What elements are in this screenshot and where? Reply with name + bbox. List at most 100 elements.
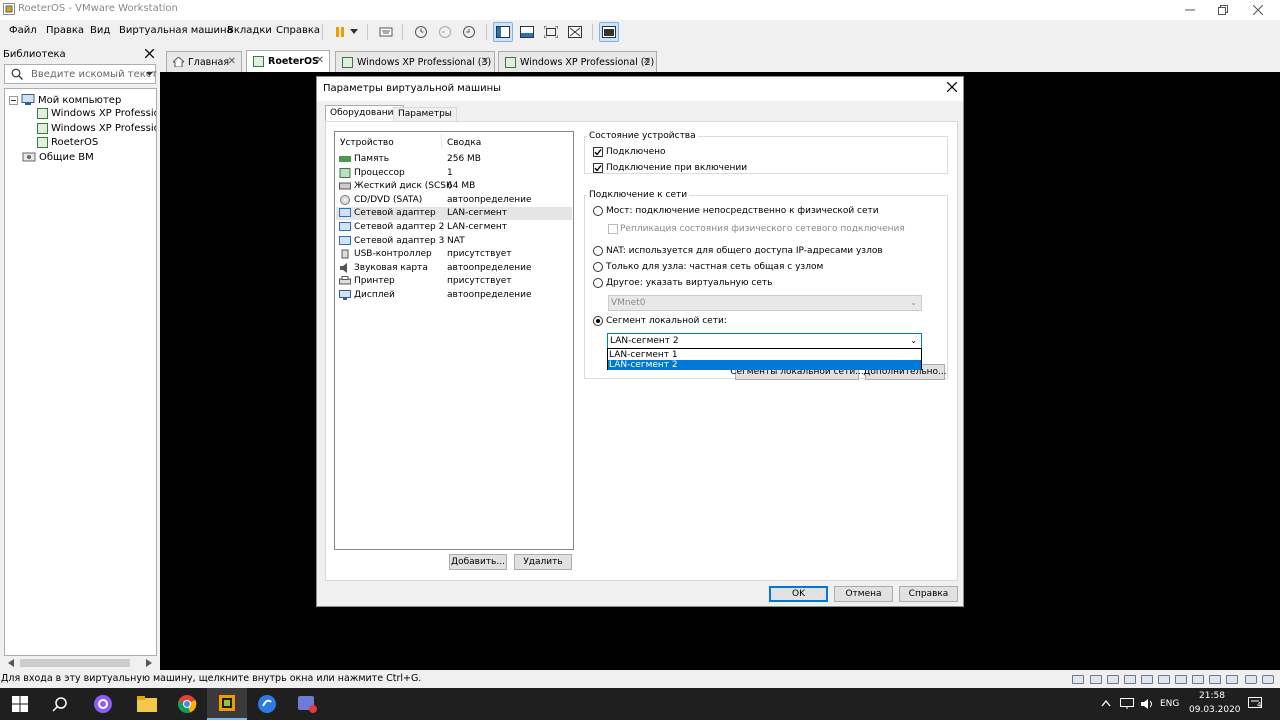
device-row[interactable]: Память 256 MB: [336, 153, 572, 166]
device-row[interactable]: Сетевой адаптер 3 NAT: [336, 235, 572, 248]
hdd-status-icon[interactable]: [1072, 675, 1084, 684]
power-dropdown-button[interactable]: [347, 22, 361, 42]
scroll-left-icon[interactable]: [8, 659, 14, 667]
folder-icon: [137, 696, 157, 712]
tab-close-button[interactable]: ✕: [481, 56, 489, 67]
tree-my-computer[interactable]: Мой компьютер: [9, 94, 121, 106]
library-close-button[interactable]: [144, 47, 155, 61]
tree-vm-item[interactable]: RoeterOS: [37, 137, 98, 148]
tab-close-button[interactable]: ✕: [643, 56, 651, 67]
close-window-button[interactable]: [1240, 0, 1276, 20]
chevron-up-icon[interactable]: [1101, 700, 1111, 707]
notifications-button[interactable]: 4: [1248, 697, 1262, 710]
device-row[interactable]: Жесткий диск (SCSI) 64 MB: [336, 180, 572, 193]
console-view-button[interactable]: [599, 22, 619, 42]
taskbar-app-button[interactable]: [247, 688, 287, 720]
custom-network-select[interactable]: VMnet0 ⌄: [608, 295, 922, 311]
messages-status-icon[interactable]: [1226, 675, 1238, 684]
connected-checkbox[interactable]: [593, 147, 603, 157]
scroll-thumb[interactable]: [20, 659, 130, 667]
scroll-right-icon[interactable]: [146, 659, 152, 667]
menu-view[interactable]: Вид: [90, 25, 110, 36]
thumbnail-bar-button[interactable]: [517, 22, 537, 42]
revert-snapshot-button[interactable]: [435, 22, 455, 42]
device-row[interactable]: Принтер присутствует: [336, 275, 572, 288]
home-icon: [173, 57, 184, 67]
usb-status-icon[interactable]: [1158, 675, 1170, 684]
taskbar-search-button[interactable]: [40, 688, 80, 720]
send-ctrl-alt-del-button[interactable]: [376, 22, 396, 42]
cancel-button[interactable]: Отмена: [834, 586, 893, 602]
tab-roeteros[interactable]: RoeterOS ✕: [246, 50, 330, 72]
device-row[interactable]: Сетевой адаптер 2 LAN-сегмент: [336, 221, 572, 234]
tree-vm-item[interactable]: Windows XP Professional: [37, 123, 156, 134]
tab-close-button[interactable]: ✕: [228, 56, 236, 67]
device-row-selected[interactable]: Сетевой адаптер LAN-сегмент: [336, 207, 572, 220]
minimize-button[interactable]: [1172, 0, 1208, 20]
library-search-input[interactable]: Введите искомый текст: [4, 64, 157, 84]
network-status-icon[interactable]: [1124, 675, 1136, 684]
clock-date[interactable]: 09.03.2020: [1189, 705, 1241, 715]
help-button[interactable]: Справка: [899, 586, 958, 602]
snapshot-manager-button[interactable]: [459, 22, 479, 42]
tab-options[interactable]: Параметры: [393, 107, 457, 121]
menu-edit[interactable]: Правка: [46, 25, 84, 36]
device-row[interactable]: CD/DVD (SATA) автоопределение: [336, 194, 572, 207]
tree-shared-vms[interactable]: Общие ВМ: [22, 151, 94, 163]
taskbar-vmware-button[interactable]: [207, 688, 247, 720]
taskbar-chrome-button[interactable]: [167, 688, 207, 720]
tab-windows-xp-2[interactable]: Windows XP Professional (2) ✕: [498, 51, 657, 72]
dialog-close-button[interactable]: [946, 80, 958, 96]
tree-vm-item[interactable]: Windows XP Professional: [37, 108, 156, 119]
start-button[interactable]: [0, 688, 40, 720]
host-only-radio[interactable]: [593, 262, 603, 272]
volume-icon[interactable]: [1140, 698, 1154, 710]
custom-network-radio[interactable]: [593, 278, 603, 288]
collapse-icon[interactable]: [9, 95, 18, 105]
full-screen-button[interactable]: [541, 22, 561, 42]
network-status-icon[interactable]: [1141, 675, 1153, 684]
display-status-icon[interactable]: [1209, 675, 1221, 684]
restore-button[interactable]: [1205, 0, 1241, 20]
menu-tabs[interactable]: Вкладки: [227, 25, 272, 36]
device-row[interactable]: Звуковая карта автоопределение: [336, 262, 572, 275]
menu-vm[interactable]: Виртуальная машина: [119, 25, 233, 36]
search-icon: [52, 697, 67, 712]
taskbar-app-button[interactable]: [287, 688, 327, 720]
lan-segment-select[interactable]: LAN-сегмент 2 ⌄: [607, 333, 922, 349]
device-row[interactable]: USB-контроллер присутствует: [336, 248, 572, 261]
cd-status-icon[interactable]: [1090, 675, 1102, 684]
lan-segment-radio[interactable]: [593, 316, 603, 326]
tab-home[interactable]: Главная ✕: [166, 51, 242, 72]
replicate-state-checkbox[interactable]: [608, 224, 618, 234]
menu-help[interactable]: Справка: [276, 25, 320, 36]
status-extra-icon[interactable]: [1245, 675, 1257, 684]
network-tray-icon[interactable]: [1120, 698, 1134, 710]
remove-device-button[interactable]: Удалить: [514, 554, 572, 570]
device-row[interactable]: Процессор 1: [336, 167, 572, 180]
show-library-button[interactable]: [493, 22, 513, 42]
ok-button[interactable]: OK: [769, 586, 828, 602]
network-status-icon[interactable]: [1107, 675, 1119, 684]
add-device-button[interactable]: Добавить...: [449, 554, 507, 570]
status-extra-icon[interactable]: [1262, 675, 1274, 684]
library-title: Библиотека: [3, 49, 66, 60]
nat-radio[interactable]: [593, 246, 603, 256]
library-horizontal-scrollbar[interactable]: [4, 656, 157, 670]
taskbar-explorer-button[interactable]: [127, 688, 167, 720]
snapshot-button[interactable]: [411, 22, 431, 42]
taskbar-alice-button[interactable]: [83, 688, 123, 720]
lan-segment-option-highlighted[interactable]: LAN-сегмент 2: [608, 360, 921, 370]
device-row[interactable]: Дисплей автоопределение: [336, 289, 572, 302]
clock-time[interactable]: 21:58: [1199, 691, 1225, 701]
sound-status-icon[interactable]: [1175, 675, 1187, 684]
tab-close-button[interactable]: ✕: [316, 55, 324, 66]
language-indicator[interactable]: ENG: [1160, 699, 1179, 709]
unity-button[interactable]: [565, 22, 585, 42]
connect-at-power-on-checkbox[interactable]: [593, 163, 603, 173]
lan-segment-option[interactable]: LAN-сегмент 1: [608, 350, 921, 360]
menu-file[interactable]: Файл: [9, 25, 37, 36]
tab-windows-xp-3[interactable]: Windows XP Professional (3) ✕: [335, 51, 495, 72]
bridged-radio[interactable]: [593, 206, 603, 216]
printer-status-icon[interactable]: [1192, 675, 1204, 684]
